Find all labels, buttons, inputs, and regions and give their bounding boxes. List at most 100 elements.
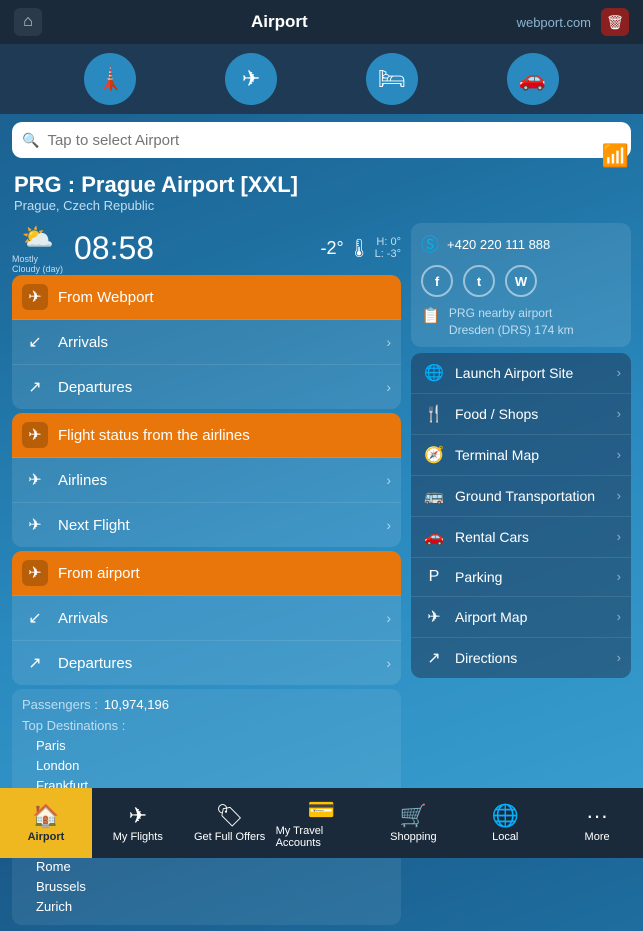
airlines-label: Airlines	[58, 472, 386, 489]
tab-item-my-travel-accounts[interactable]: 💳 My Travel Accounts	[276, 788, 368, 858]
wifi-icon[interactable]: 📶	[602, 143, 629, 169]
tab-item-get-full-offers[interactable]: 🏷 Get Full Offers	[184, 788, 276, 858]
right-menu-item[interactable]: ✈ Airport Map ›	[411, 597, 631, 638]
trash-icon[interactable]: 🗑	[601, 8, 629, 36]
tab-item-shopping[interactable]: 🛒 Shopping	[367, 788, 459, 858]
tab-label: Get Full Offers	[194, 831, 265, 843]
chevron-icon: ›	[386, 334, 391, 350]
rm-label: Parking	[455, 569, 617, 585]
arrivals-item-1[interactable]: ↙ Arrivals ›	[12, 320, 401, 365]
top-bar: ⌂ Airport webport.com 🗑	[0, 0, 643, 44]
next-flight-icon: ✈	[22, 512, 48, 538]
search-icon: 🔍	[22, 132, 39, 149]
weather-icon-box: ⛅ Mostly Cloudy (day)	[12, 227, 64, 269]
facebook-icon[interactable]: f	[421, 265, 453, 297]
arrivals-icon-1: ↙	[22, 329, 48, 355]
search-bar[interactable]: 🔍	[12, 122, 631, 158]
rm-label: Ground Transportation	[455, 488, 617, 504]
tab-icon: 🏷	[216, 803, 244, 829]
weather-temp-box: -2° 🌡 H: 0° L: -3°	[321, 236, 401, 260]
tab-item-my-flights[interactable]: ✈ My Flights	[92, 788, 184, 858]
rm-label: Terminal Map	[455, 447, 617, 463]
rm-label: Rental Cars	[455, 529, 617, 545]
flight-status-header[interactable]: ✈ Flight status from the airlines	[12, 413, 401, 458]
rm-icon: 🧭	[421, 445, 447, 465]
airlines-item[interactable]: ✈ Airlines ›	[12, 458, 401, 503]
nearby-icon: 📋	[421, 306, 441, 326]
departures-label-2: Departures	[58, 655, 386, 672]
departures-item-1[interactable]: ↗ Departures ›	[12, 365, 401, 409]
from-webport-header[interactable]: ✈ From Webport	[12, 275, 401, 320]
right-menu-item[interactable]: 🚌 Ground Transportation ›	[411, 476, 631, 517]
from-airport-section: ✈ From airport ↙ Arrivals › ↗ Departures…	[12, 551, 401, 685]
airport-name: PRG : Prague Airport [XXL]	[14, 172, 629, 198]
airlines-icon: ✈	[22, 467, 48, 493]
phone-row: Ⓢ +420 220 111 888	[421, 231, 621, 257]
flight-status-icon: ✈	[22, 422, 48, 448]
car-nav-icon[interactable]: 🚗	[507, 53, 559, 105]
chevron-icon: ›	[386, 379, 391, 395]
tab-label: Airport	[28, 831, 65, 843]
right-menu-item[interactable]: ↗ Directions ›	[411, 638, 631, 678]
twitter-icon[interactable]: t	[463, 265, 495, 297]
next-flight-item[interactable]: ✈ Next Flight ›	[12, 503, 401, 547]
next-flight-label: Next Flight	[58, 517, 386, 534]
chevron-icon: ›	[386, 610, 391, 626]
phone-number[interactable]: +420 220 111 888	[447, 237, 550, 252]
weather-emoji: ⛅	[22, 222, 54, 253]
webport-link[interactable]: webport.com	[517, 15, 591, 30]
rm-icon: ✈	[421, 607, 447, 627]
nav-icons-row: 🗼 ✈ 🛏 🚗	[0, 44, 643, 114]
departures-label-1: Departures	[58, 379, 386, 396]
from-airport-icon: ✈	[22, 560, 48, 586]
rm-icon: ↗	[421, 648, 447, 668]
rm-chevron-icon: ›	[617, 609, 621, 624]
departures-icon-2: ↗	[22, 650, 48, 676]
tab-icon: 🏠	[32, 803, 59, 829]
destination-item: Rome	[36, 857, 391, 877]
tab-label: Shopping	[390, 831, 437, 843]
tab-icon: ✈	[129, 803, 147, 829]
arrivals-icon-2: ↙	[22, 605, 48, 631]
search-input[interactable]	[47, 132, 621, 149]
from-airport-header[interactable]: ✈ From airport	[12, 551, 401, 596]
tab-item-airport[interactable]: 🏠 Airport	[0, 788, 92, 858]
rm-chevron-icon: ›	[617, 365, 621, 380]
right-menu-item[interactable]: 🍴 Food / Shops ›	[411, 394, 631, 435]
rm-chevron-icon: ›	[617, 447, 621, 462]
home-icon[interactable]: ⌂	[14, 8, 42, 36]
tab-icon: 🌐	[492, 803, 519, 829]
tower-nav-icon[interactable]: 🗼	[84, 53, 136, 105]
nearby-airport-name: Dresden (DRS) 174 km	[449, 322, 574, 339]
right-menu-item[interactable]: 🧭 Terminal Map ›	[411, 435, 631, 476]
nearby-airport-label: PRG nearby airport	[449, 305, 574, 322]
airport-details: Ⓢ +420 220 111 888 f t W 📋 PRG nearby ai…	[411, 223, 631, 347]
rm-icon: P	[421, 568, 447, 586]
right-menu-item[interactable]: 🚗 Rental Cars ›	[411, 517, 631, 558]
tab-item-more[interactable]: ··· More	[551, 788, 643, 858]
from-webport-label: From Webport	[58, 289, 391, 306]
tab-icon: 💳	[308, 797, 335, 823]
page-title: Airport	[251, 12, 308, 32]
arrivals-item-2[interactable]: ↙ Arrivals ›	[12, 596, 401, 641]
rm-label: Food / Shops	[455, 406, 617, 422]
wikipedia-icon[interactable]: W	[505, 265, 537, 297]
rm-label: Directions	[455, 650, 617, 666]
hotel-nav-icon[interactable]: 🛏	[366, 53, 418, 105]
destination-item: London	[36, 756, 391, 776]
right-menu-item[interactable]: P Parking ›	[411, 558, 631, 597]
right-menu-item[interactable]: 🌐 Launch Airport Site ›	[411, 353, 631, 394]
rm-label: Launch Airport Site	[455, 365, 617, 381]
weather-row: ⛅ Mostly Cloudy (day) 08:58 -2° 🌡 H: 0° …	[12, 223, 401, 275]
tab-item-local[interactable]: 🌐 Local	[459, 788, 551, 858]
skype-icon: Ⓢ	[421, 231, 439, 257]
departures-item-2[interactable]: ↗ Departures ›	[12, 641, 401, 685]
rm-chevron-icon: ›	[617, 529, 621, 544]
flight-nav-icon[interactable]: ✈	[225, 53, 277, 105]
rm-chevron-icon: ›	[617, 569, 621, 584]
chevron-icon: ›	[386, 472, 391, 488]
weather-time: 08:58	[74, 230, 154, 267]
rm-chevron-icon: ›	[617, 488, 621, 503]
top-bar-right: webport.com 🗑	[517, 8, 629, 36]
webport-icon: ✈	[22, 284, 48, 310]
